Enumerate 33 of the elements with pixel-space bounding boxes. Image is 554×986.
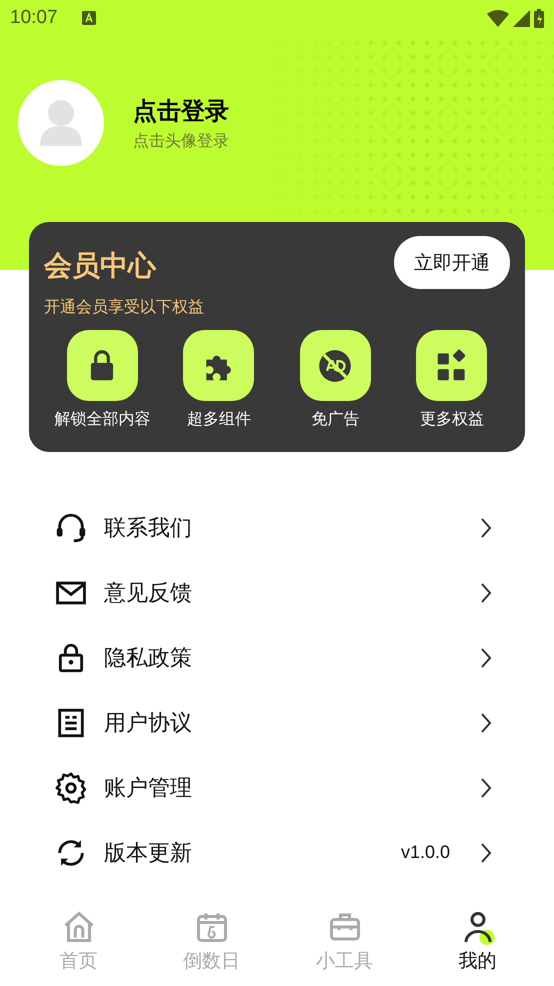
- menu-item[interactable]: 账户管理: [0, 755, 554, 820]
- chevron-icon: [480, 582, 492, 604]
- benefit-label: 更多权益: [420, 409, 484, 430]
- benefit-tile[interactable]: [300, 330, 371, 401]
- wifi-icon: [487, 10, 509, 26]
- notification-icon: [82, 11, 96, 25]
- chevron-icon: [480, 776, 492, 798]
- chevron-icon: [480, 712, 492, 734]
- signal-icon: [513, 10, 530, 26]
- menu-item[interactable]: 版本更新 v1.0.0: [0, 820, 554, 885]
- chevron-icon: [480, 842, 492, 864]
- login-hint: 点击头像登录: [133, 130, 229, 152]
- menu-item[interactable]: 用户协议: [0, 690, 554, 755]
- benefit-tile[interactable]: [183, 330, 254, 401]
- chevron-icon: [480, 646, 492, 668]
- settings-icon: [54, 770, 88, 804]
- vip-subtitle: 开通会员享受以下权益: [44, 297, 205, 318]
- status-time: 10:07: [10, 7, 58, 29]
- benefit-label: 免广告: [311, 409, 360, 430]
- benefit-tile[interactable]: [416, 330, 488, 401]
- tab[interactable]: 我的: [411, 907, 544, 974]
- chevron-icon: [480, 516, 492, 538]
- menu-item[interactable]: 意见反馈: [0, 560, 554, 625]
- benefit-label: 解锁全部内容: [54, 409, 150, 430]
- vip-title: 会员中心: [44, 248, 156, 284]
- benefit-tile[interactable]: [66, 330, 138, 401]
- activate-button[interactable]: 立即开通: [394, 236, 510, 289]
- login-title[interactable]: 点击登录: [133, 94, 229, 126]
- version-text: v1.0.0: [400, 842, 450, 863]
- menu-item[interactable]: 隐私政策: [0, 625, 554, 690]
- menu-item[interactable]: 联系我们: [0, 495, 554, 560]
- battery-icon: [534, 8, 544, 28]
- benefit-label: 超多组件: [186, 409, 251, 430]
